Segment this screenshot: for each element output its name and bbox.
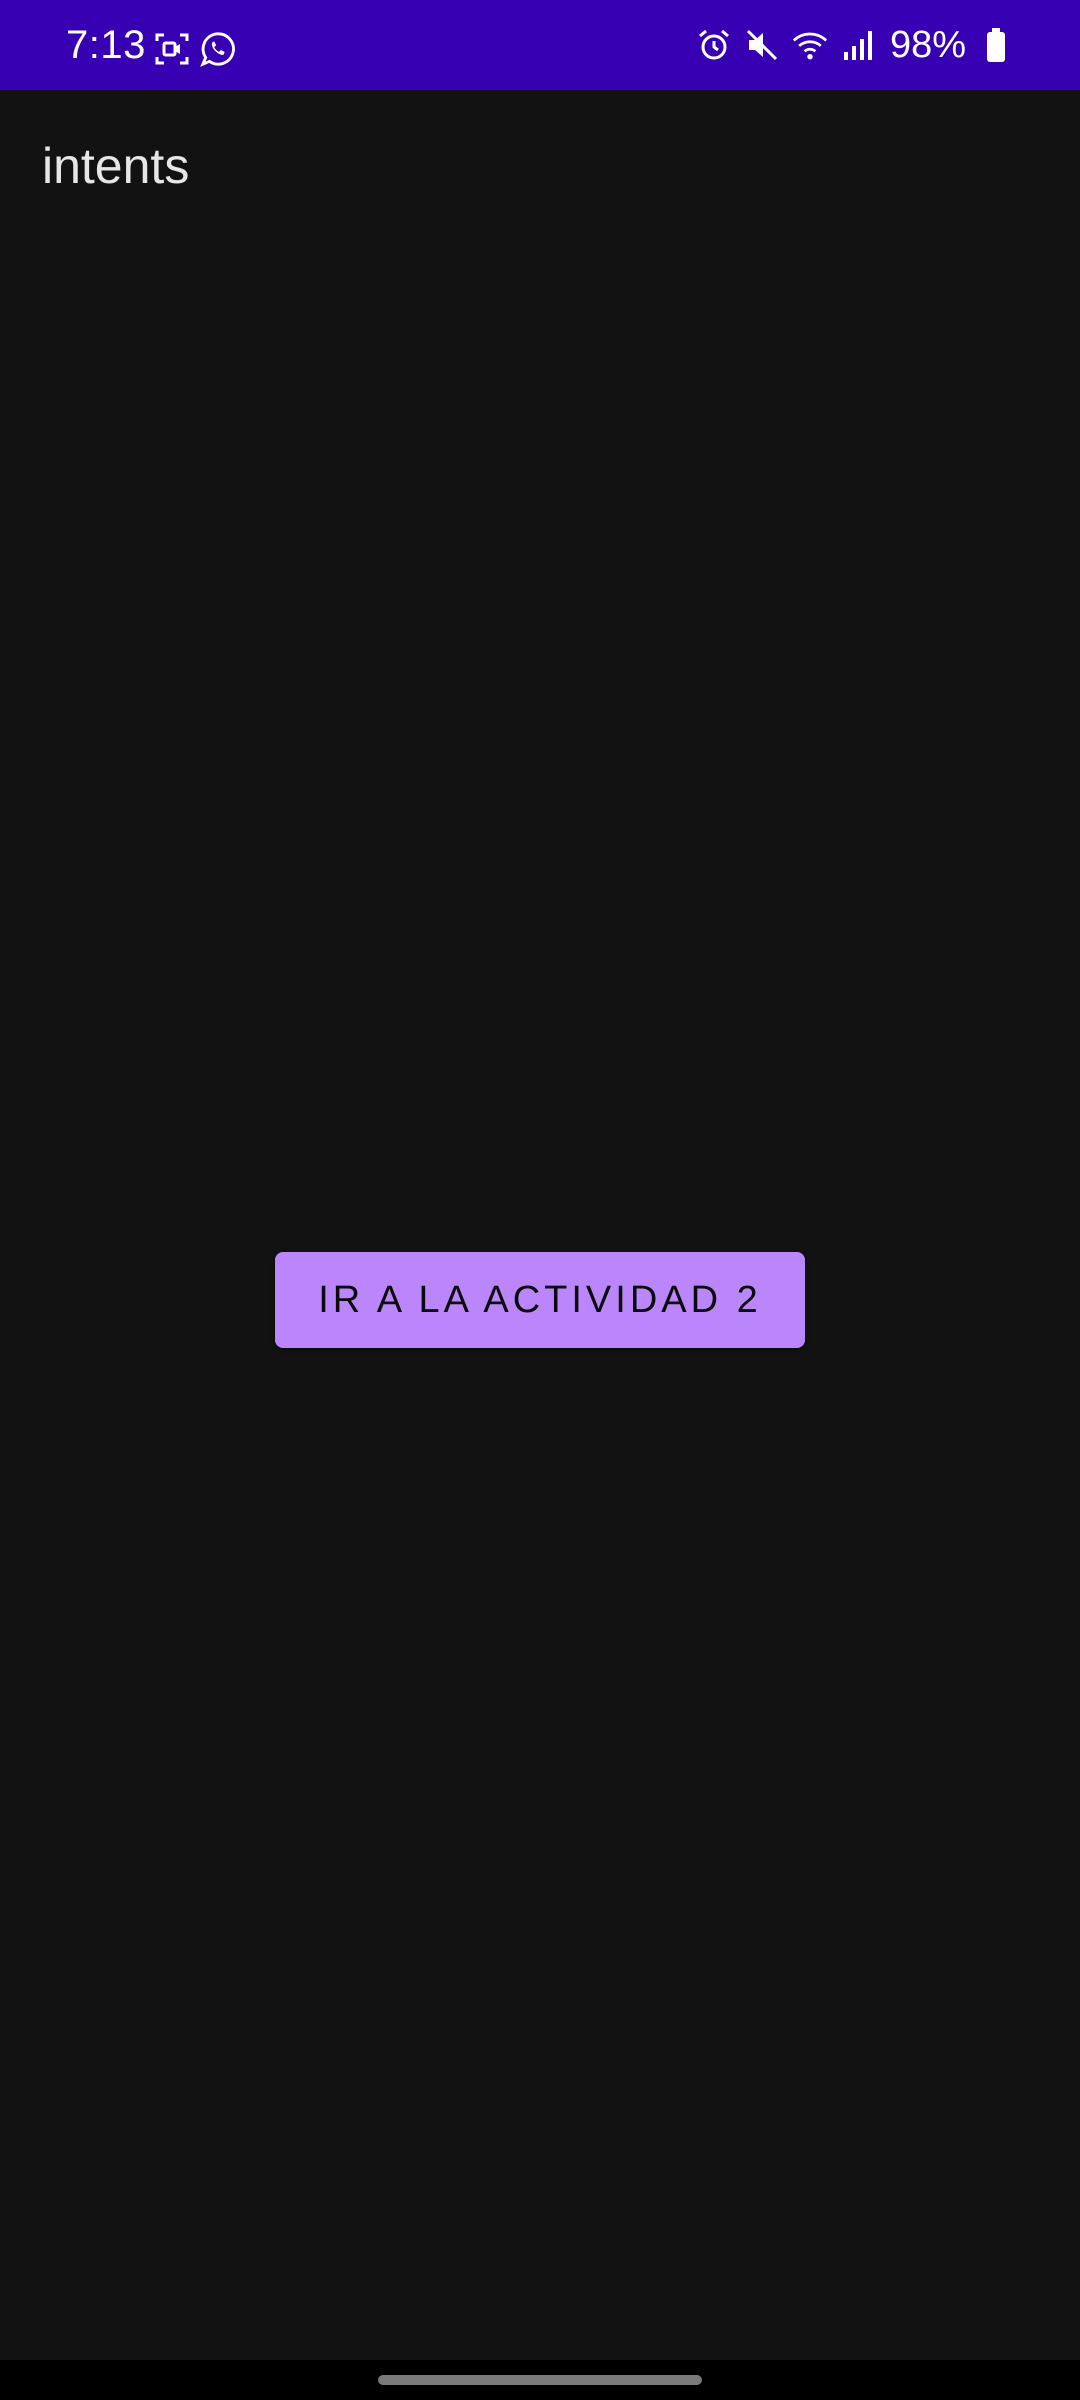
alarm-icon [696,27,732,63]
app-screen: 7:13 98% intents IR A LA ACTIVIDAD 2 [0,0,1080,2400]
battery-icon [978,27,1014,63]
status-left-icons [154,31,236,67]
navigation-bar [0,2360,1080,2400]
go-to-activity-2-button[interactable]: IR A LA ACTIVIDAD 2 [275,1252,805,1348]
status-right-group: 98% [696,22,1014,68]
signal-icon [840,27,876,63]
home-gesture-handle[interactable] [378,2375,702,2385]
app-title: intents [42,138,190,194]
status-bar: 7:13 98% [0,0,1080,90]
screen-record-icon [154,31,190,67]
status-time: 7:13 [66,23,146,67]
wifi-icon [792,27,828,63]
mute-icon [744,27,780,63]
battery-percent: 98% [889,24,966,66]
whatsapp-icon [200,31,236,67]
